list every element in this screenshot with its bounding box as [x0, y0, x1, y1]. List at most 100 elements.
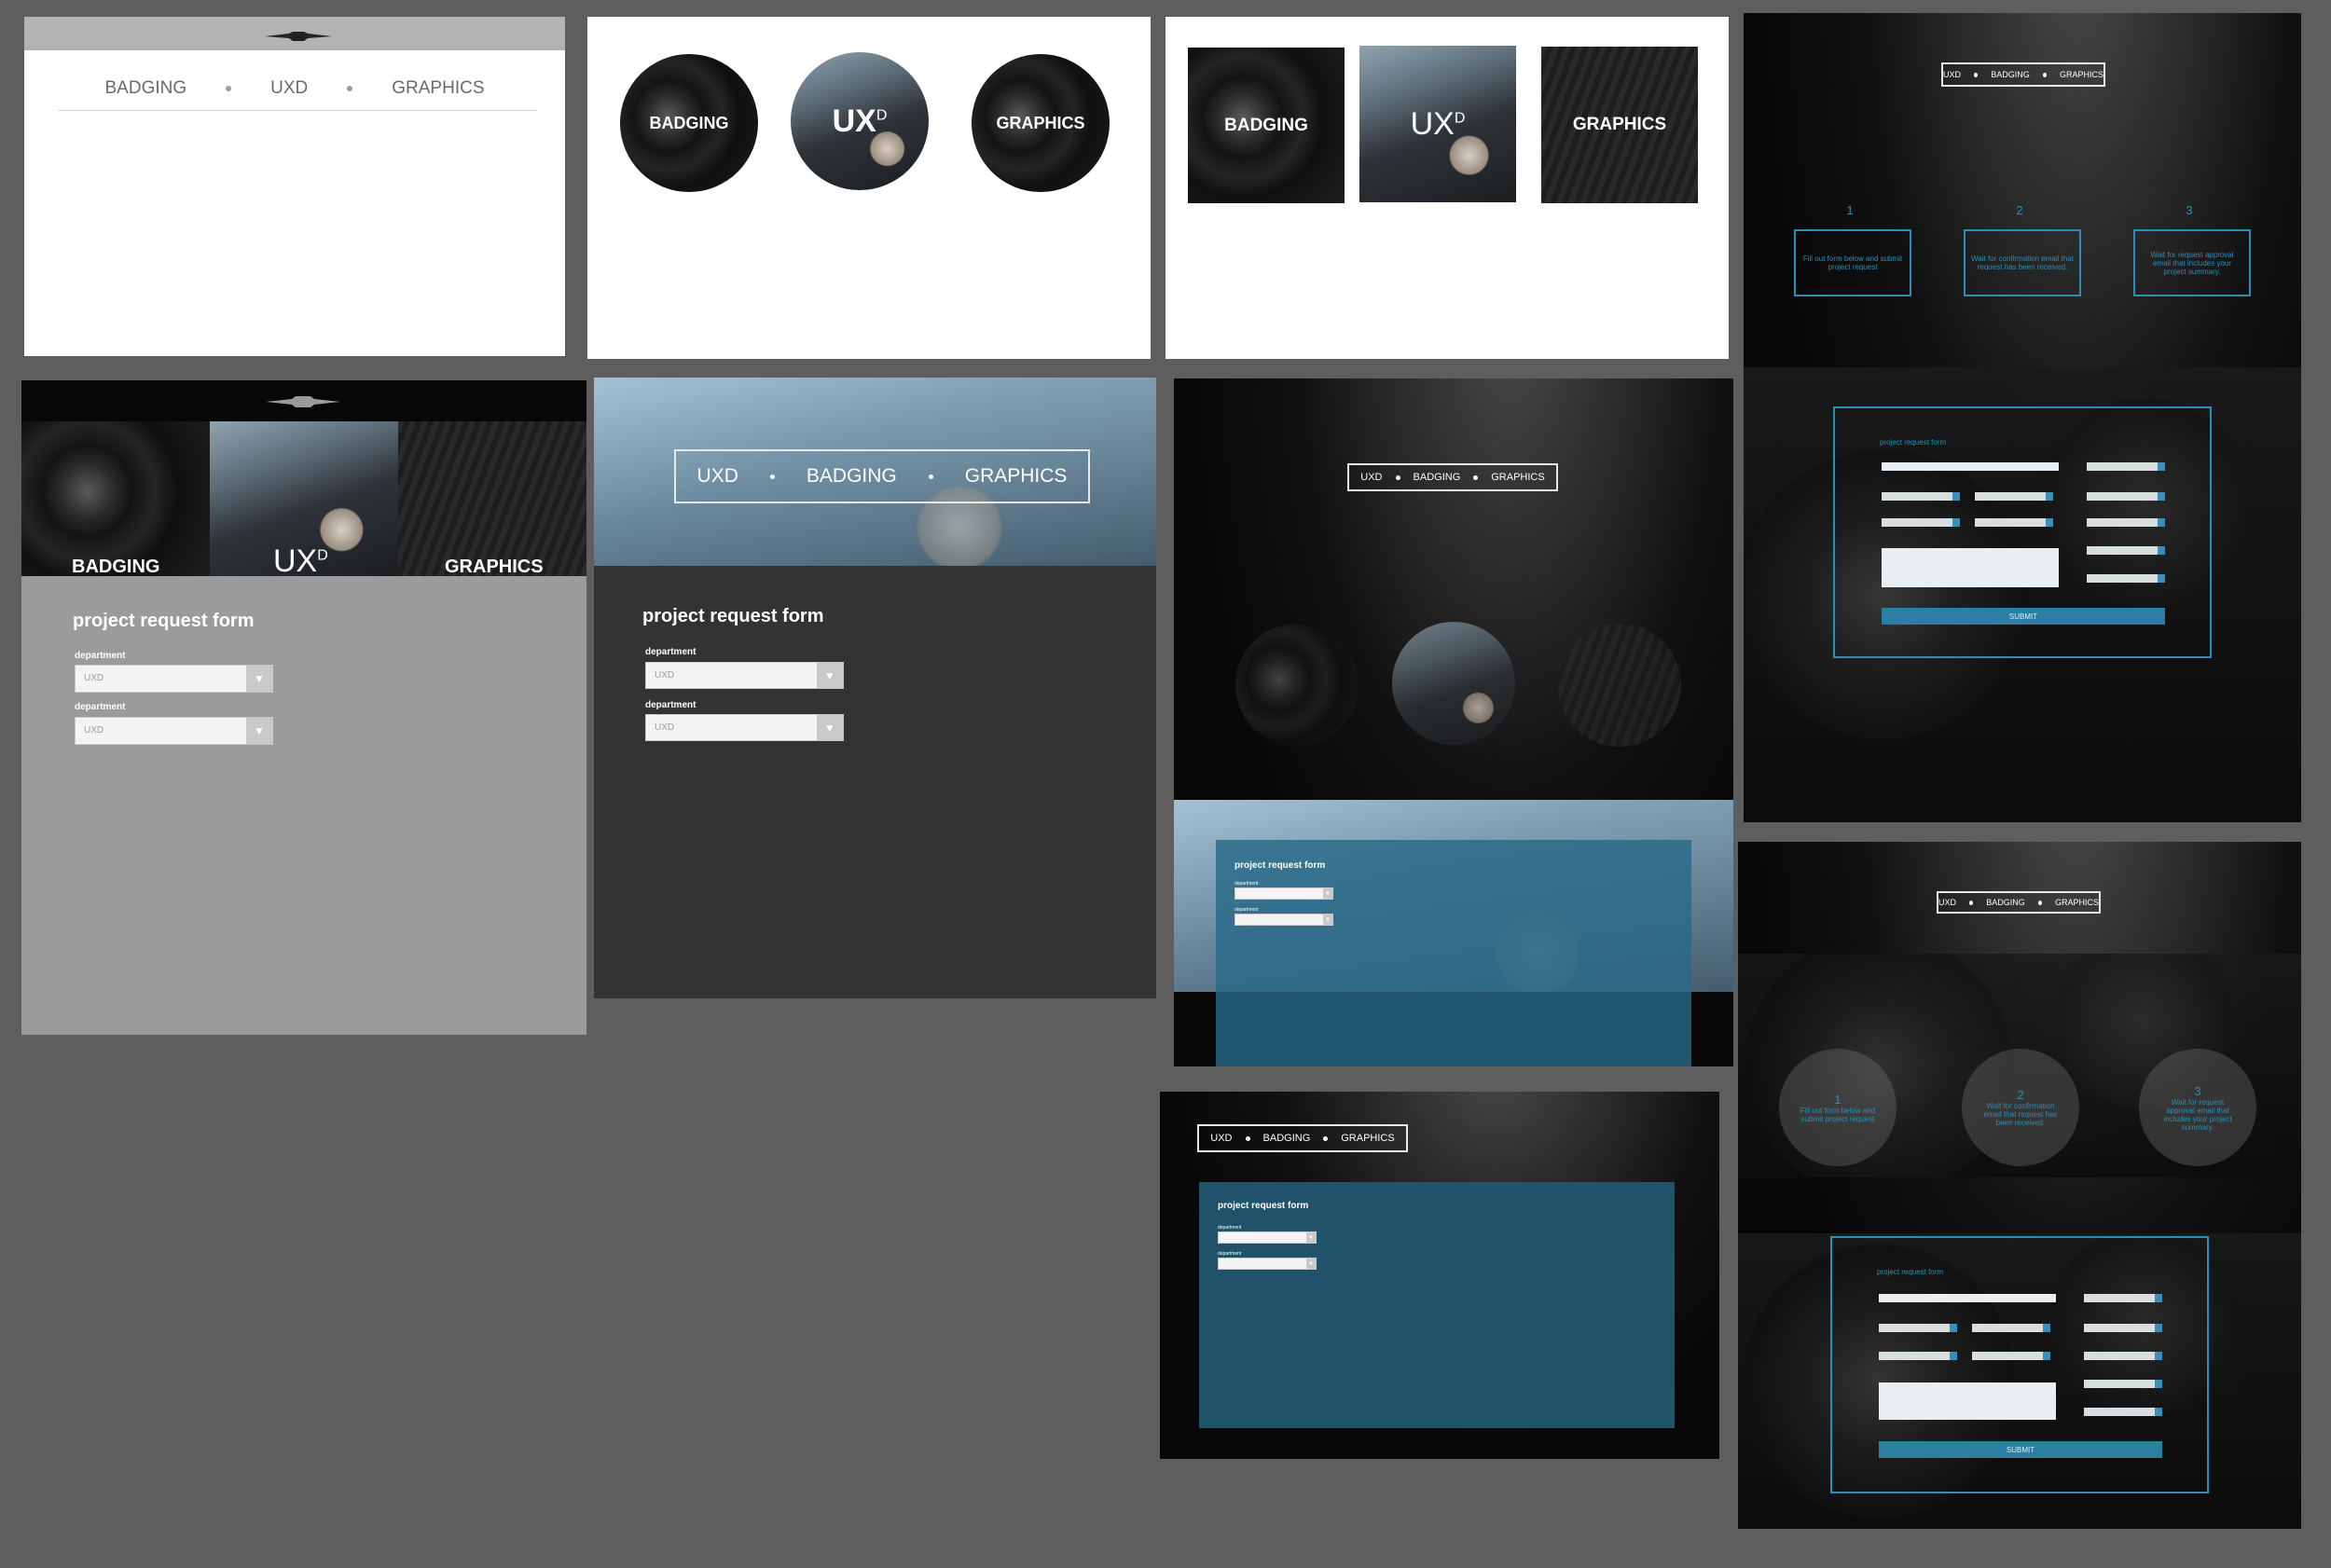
- step-1-circle: 1 Fill out form below and submit project…: [1779, 1049, 1897, 1166]
- mockup-text-nav: BADGING UXD GRAPHICS: [24, 17, 565, 356]
- department-select[interactable]: UXD ▼: [75, 717, 273, 745]
- select-field[interactable]: [2087, 462, 2165, 471]
- uxd-tile-button[interactable]: UXD: [210, 421, 398, 579]
- nav-graphics-link[interactable]: GRAPHICS: [2060, 70, 2103, 79]
- department-label: department: [75, 651, 126, 661]
- nav-graphics-link[interactable]: GRAPHICS: [1341, 1133, 1394, 1144]
- chevron-down-icon: ▼: [1323, 888, 1332, 899]
- graphics-circle-button[interactable]: GRAPHICS: [972, 54, 1110, 192]
- form-title: project request form: [1877, 1268, 1944, 1276]
- nav-uxd-link[interactable]: UXD: [1360, 472, 1382, 483]
- department-select[interactable]: UXD ▼: [645, 714, 844, 741]
- step-3-box: Wait for request approval email that inc…: [2133, 229, 2251, 296]
- department-label: department: [1218, 1251, 1242, 1257]
- nav-uxd-link[interactable]: UXD: [1943, 70, 1961, 79]
- uxd-circle-button[interactable]: UXD: [791, 52, 929, 190]
- graphics-tile-button[interactable]: GRAPHICS: [1541, 47, 1698, 203]
- text-field[interactable]: [1879, 1294, 2056, 1302]
- step-1-number: 1: [1846, 203, 1854, 217]
- department-select[interactable]: UXD ▼: [645, 662, 844, 689]
- select-field[interactable]: [2087, 492, 2165, 501]
- select-field[interactable]: [1879, 1352, 1957, 1360]
- form-panel: project request form department ▼ depart…: [1199, 1182, 1675, 1428]
- graphics-tile-button[interactable]: GRAPHICS: [398, 421, 586, 577]
- select-field[interactable]: [2084, 1380, 2162, 1388]
- textarea-field[interactable]: [1882, 548, 2059, 587]
- select-field[interactable]: [2084, 1352, 2162, 1360]
- select-field[interactable]: [2087, 574, 2165, 583]
- nav-badging-link[interactable]: BADGING: [807, 465, 897, 488]
- nav-uxd-link[interactable]: UXD: [1938, 898, 1956, 907]
- department-label: department: [1234, 907, 1259, 913]
- select-field[interactable]: [1882, 492, 1960, 501]
- uxd-logo: UXD: [273, 543, 328, 579]
- uxd-circle-button[interactable]: [1392, 622, 1515, 745]
- nav-dot: [347, 86, 353, 91]
- department-select[interactable]: ▼: [1218, 1258, 1317, 1270]
- header-strip: [21, 380, 586, 421]
- submit-button[interactable]: SUBMIT: [1879, 1441, 2162, 1458]
- wings-logo-icon: [265, 29, 332, 41]
- select-field[interactable]: [1972, 1352, 2050, 1360]
- form-title: project request form: [1234, 860, 1326, 871]
- department-select[interactable]: ▼: [1218, 1231, 1317, 1244]
- select-field[interactable]: [1975, 518, 2053, 527]
- department-label: department: [1218, 1225, 1242, 1231]
- form-frame: project request form SUBMIT: [1830, 1236, 2209, 1493]
- select-field[interactable]: [2084, 1294, 2162, 1302]
- step-3-circle: 3 Wait for request approval email that i…: [2139, 1049, 2256, 1166]
- form-frame: project request form SUBMIT: [1833, 406, 2212, 658]
- nav-uxd-link[interactable]: UXD: [270, 78, 308, 99]
- mockup-dark-steps-form: UXD BADGING GRAPHICS 1 2 3 Fill out form…: [1744, 13, 2301, 822]
- select-field[interactable]: [2087, 546, 2165, 555]
- mockup-dark-form: UXD BADGING GRAPHICS project request for…: [594, 378, 1156, 998]
- graphics-circle-button[interactable]: [1558, 624, 1681, 747]
- logo-bar: [24, 17, 565, 50]
- nav-badging-link[interactable]: BADGING: [1986, 898, 2025, 907]
- step-2-number: 2: [2016, 203, 2023, 217]
- bordered-nav: UXD BADGING GRAPHICS: [1937, 891, 2101, 914]
- form-panel: project request form department ▼ depart…: [1216, 840, 1691, 1066]
- bordered-nav: UXD BADGING GRAPHICS: [1197, 1124, 1408, 1152]
- chevron-down-icon: ▼: [1306, 1232, 1316, 1243]
- nav-uxd-link[interactable]: UXD: [697, 465, 738, 488]
- select-field[interactable]: [1882, 518, 1960, 527]
- select-field[interactable]: [1972, 1324, 2050, 1332]
- chevron-down-icon: ▼: [817, 663, 843, 688]
- department-label: department: [645, 647, 697, 657]
- department-select[interactable]: ▼: [1234, 914, 1333, 926]
- select-field[interactable]: [2087, 518, 2165, 527]
- chevron-down-icon: ▼: [817, 715, 843, 740]
- badging-tile-button[interactable]: BADGING: [1188, 48, 1345, 203]
- department-label: department: [75, 702, 126, 712]
- chevron-down-icon: ▼: [246, 718, 272, 744]
- nav-graphics-link[interactable]: GRAPHICS: [1491, 472, 1544, 483]
- text-nav: BADGING UXD GRAPHICS: [24, 78, 565, 99]
- nav-badging-link[interactable]: BADGING: [1991, 70, 2030, 79]
- nav-uxd-link[interactable]: UXD: [1210, 1133, 1232, 1144]
- nav-graphics-link[interactable]: GRAPHICS: [392, 78, 484, 99]
- select-field[interactable]: [1975, 492, 2053, 501]
- select-field[interactable]: [1879, 1324, 1957, 1332]
- textarea-field[interactable]: [1879, 1382, 2056, 1420]
- uxd-tile-button[interactable]: UXD: [1359, 46, 1516, 202]
- select-field[interactable]: [2084, 1408, 2162, 1416]
- submit-button[interactable]: SUBMIT: [1882, 608, 2165, 625]
- nav-graphics-link[interactable]: GRAPHICS: [965, 465, 1068, 488]
- nav-graphics-link[interactable]: GRAPHICS: [2055, 898, 2099, 907]
- nav-badging-link[interactable]: BADGING: [105, 78, 187, 99]
- nav-badging-link[interactable]: BADGING: [1414, 472, 1461, 483]
- badging-circle-button[interactable]: BADGING: [620, 54, 758, 192]
- text-field[interactable]: [1882, 462, 2059, 471]
- department-select[interactable]: UXD ▼: [75, 665, 273, 693]
- bordered-nav: UXD BADGING GRAPHICS: [674, 449, 1090, 503]
- select-field[interactable]: [2084, 1324, 2162, 1332]
- badging-tile-button[interactable]: BADGING: [21, 421, 210, 577]
- chevron-down-icon: ▼: [246, 666, 272, 692]
- form-title: project request form: [1880, 438, 1947, 447]
- department-select[interactable]: ▼: [1234, 887, 1333, 900]
- badging-circle-button[interactable]: [1235, 624, 1359, 747]
- department-label: department: [645, 700, 697, 710]
- chevron-down-icon: ▼: [1306, 1259, 1316, 1269]
- nav-badging-link[interactable]: BADGING: [1263, 1133, 1311, 1144]
